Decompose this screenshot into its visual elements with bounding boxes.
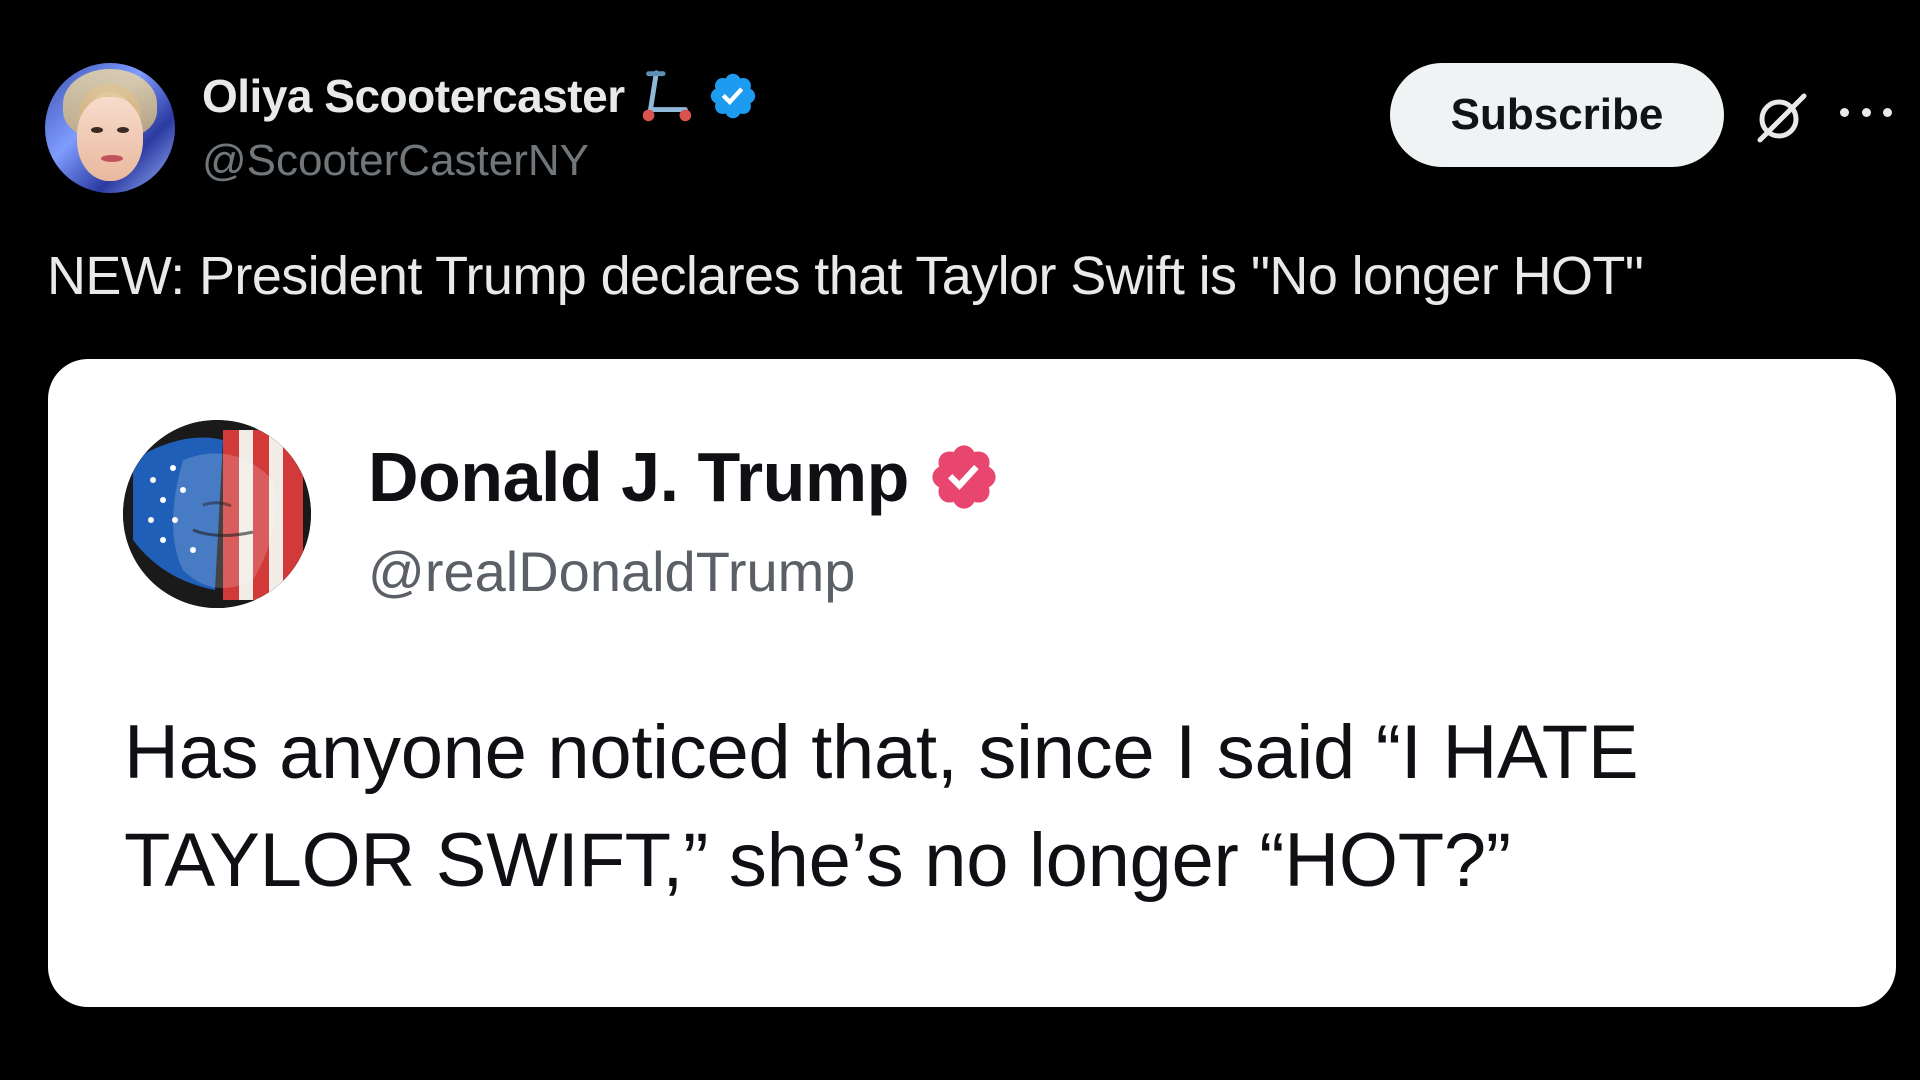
avatar-face [77,97,143,181]
verified-pink-icon [932,445,996,509]
quoted-author-handle[interactable]: @realDonaldTrump [368,539,855,604]
quoted-author-display-name[interactable]: Donald J. Trump [368,437,909,517]
quoted-post-card[interactable]: Donald J. Trump @realDonaldTrump Has any… [48,359,1896,1007]
kick-scooter-icon [642,70,691,122]
author-handle[interactable]: @ScooterCasterNY [202,136,589,186]
more-dot [1840,107,1849,117]
verified-blue-icon [710,73,755,119]
tweet-text: NEW: President Trump declares that Taylo… [47,246,1644,306]
grok-icon[interactable] [1752,88,1810,146]
quoted-post-body: Has anyone noticed that, since I said “I… [124,710,1639,903]
quoted-author-name-row: Donald J. Trump [368,437,1001,517]
more-dot [1861,107,1871,117]
avatar-eye [91,127,103,133]
quoted-author-avatar[interactable] [123,420,311,608]
author-avatar[interactable] [45,63,175,193]
avatar-eye [117,127,129,133]
more-dot [1883,107,1892,117]
author-display-name[interactable]: Oliya Scootercaster [202,69,625,123]
subscribe-button[interactable]: Subscribe [1390,63,1724,167]
more-options-icon[interactable] [1840,100,1892,124]
post-view: Oliya Scootercaster @ScooterCasterNY Sub… [0,0,1920,1080]
avatar-lips [101,155,123,162]
author-name-row: Oliya Scootercaster [202,68,759,124]
